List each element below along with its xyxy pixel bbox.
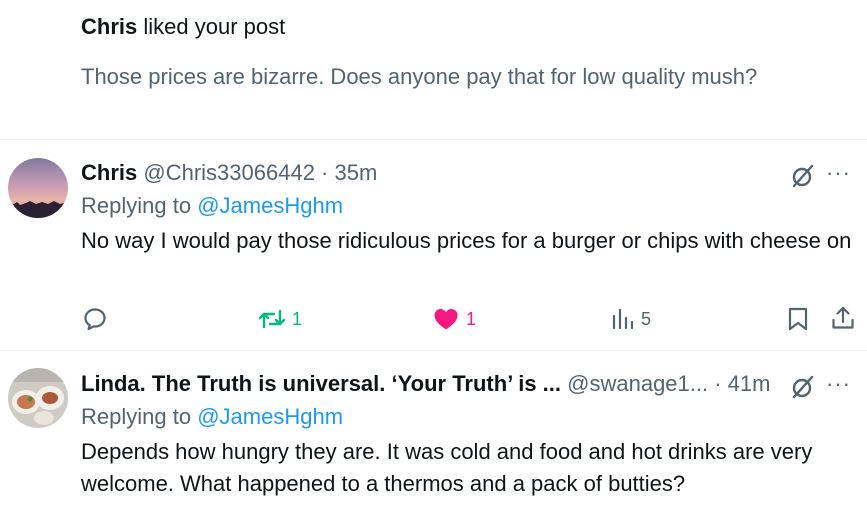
reply-icon bbox=[84, 308, 106, 331]
more-options-icon[interactable]: ··· bbox=[826, 160, 851, 186]
handle-and-time[interactable]: @swanage1... · 41m bbox=[567, 371, 770, 396]
views-count: 5 bbox=[641, 308, 652, 329]
repost-count: 1 bbox=[292, 308, 303, 329]
like-count: 1 bbox=[466, 308, 477, 329]
grok-icon[interactable] bbox=[790, 163, 816, 189]
post-text: No way I would pay those ridiculous pric… bbox=[81, 228, 852, 253]
food-plates-avatar[interactable] bbox=[8, 368, 68, 428]
views-chart-icon bbox=[612, 308, 634, 330]
display-name[interactable]: Chris bbox=[81, 160, 137, 185]
replying-to: Replying to @JamesHghm bbox=[81, 193, 343, 219]
reply-button[interactable] bbox=[82, 306, 114, 332]
notification-action: liked your post bbox=[143, 14, 286, 39]
notification-post-preview[interactable]: Those prices are bizarre. Does anyone pa… bbox=[81, 61, 761, 92]
replying-prefix: Replying to bbox=[81, 404, 192, 429]
handle-and-time[interactable]: @Chris33066442 · 35m bbox=[143, 160, 377, 185]
heart-icon bbox=[434, 309, 458, 330]
post-header: Chris @Chris33066442 · 35m bbox=[81, 160, 377, 186]
grok-icon[interactable] bbox=[790, 374, 816, 400]
display-name[interactable]: Linda. The Truth is universal. ‘Your Tru… bbox=[81, 371, 561, 396]
like-notification[interactable]: Chris liked your post Those prices are b… bbox=[0, 0, 867, 139]
replying-handle-link[interactable]: @JamesHghm bbox=[197, 404, 343, 429]
replying-to: Replying to @JamesHghm bbox=[81, 404, 343, 430]
like-button[interactable]: 1 bbox=[432, 306, 476, 332]
sunset-avatar[interactable] bbox=[8, 158, 68, 218]
bookmark-icon[interactable] bbox=[786, 306, 810, 332]
reply-post[interactable]: Linda. The Truth is universal. ‘Your Tru… bbox=[0, 351, 867, 507]
repost-icon bbox=[258, 309, 286, 329]
notification-line: Chris liked your post bbox=[81, 14, 285, 40]
views-button[interactable]: 5 bbox=[611, 306, 651, 332]
replying-prefix: Replying to bbox=[81, 193, 192, 218]
post-text: Depends how hungry they are. It was cold… bbox=[81, 439, 813, 496]
post-header: Linda. The Truth is universal. ‘Your Tru… bbox=[81, 371, 770, 397]
share-icon[interactable] bbox=[830, 305, 856, 331]
more-options-icon[interactable]: ··· bbox=[826, 371, 851, 397]
repost-button[interactable]: 1 bbox=[258, 306, 302, 332]
notification-user[interactable]: Chris bbox=[81, 14, 137, 39]
replying-handle-link[interactable]: @JamesHghm bbox=[197, 193, 343, 218]
reply-post[interactable]: Chris @Chris33066442 · 35m ··· Replying … bbox=[0, 140, 867, 350]
